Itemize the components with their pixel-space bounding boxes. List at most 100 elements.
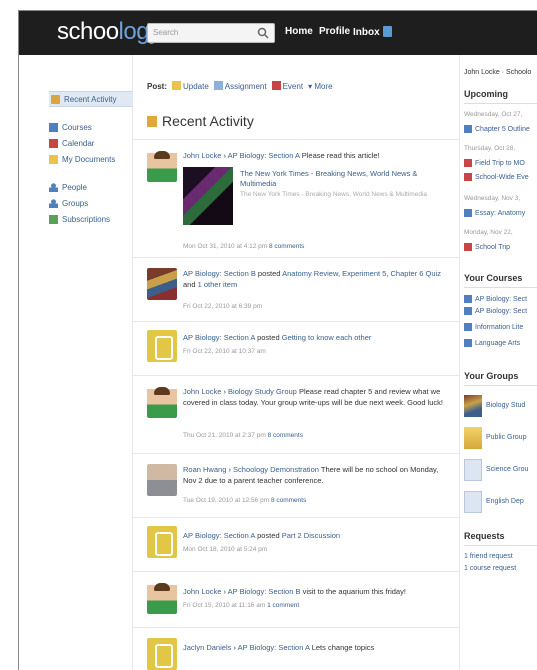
link-embed[interactable]: The New York Times - Breaking News, Worl… [183,167,451,225]
group-link[interactable]: Science Grou [486,466,528,473]
group-link[interactable]: English Dep [486,498,524,505]
upcoming-item[interactable]: School Trip [464,243,510,251]
target-link[interactable]: Schoology Demonstration [233,465,319,474]
target-link[interactable]: Biology Study Group [228,387,297,396]
course-link[interactable]: Language Arts [464,339,520,347]
course-label: AP Biology: Sect [475,307,528,315]
search-icon[interactable] [256,26,270,40]
sidebar-item-courses[interactable]: Courses [49,119,131,135]
discussion-link[interactable]: Getting to know each other [282,333,372,342]
schoology-logo[interactable]: schoology [57,18,161,46]
upcoming-item[interactable]: School-Wide Eve [464,173,529,181]
post-body: Please read this article! [301,151,380,160]
post-toolbar: Post: Update Assignment Event ▾ More [147,81,333,91]
embed-description: The New York Times - Breaking News, Worl… [240,191,427,198]
target-link[interactable]: AP Biology: Section A [238,643,310,652]
course-link[interactable]: Information Lite [464,323,523,331]
upcoming-item-label: School Trip [475,243,511,251]
sidebar-item-people[interactable]: People [49,179,131,195]
feed-item: AP Biology: Section A posted Part 2 Disc… [133,517,460,571]
post-body: Please read chapter 5 and review what we… [183,387,444,407]
attachment-link[interactable]: Chapter 6 Quiz [391,269,441,278]
course-link[interactable]: AP Biology: Sect [464,307,527,315]
sidebar-item-label: Courses [62,122,92,132]
avatar[interactable] [147,386,177,418]
author-link[interactable]: Jaclyn Daniels [183,643,231,652]
author-link[interactable]: Roan Hwang [183,465,226,474]
top-bar: schoology Search Home Profile Inbox [19,11,537,55]
event-date: Monday, Nov 22, [464,229,513,236]
nav-profile-link[interactable]: Profile [319,26,350,37]
discussion-link[interactable]: Part 2 Discussion [282,531,340,540]
sidebar-item-label: Calendar [62,138,95,148]
upcoming-heading: Upcoming [464,89,508,99]
nav-inbox-link[interactable]: Inbox [353,26,392,38]
post-assignment-button[interactable]: Assignment [213,81,267,91]
embed-title[interactable]: The New York Times - Breaking News, Worl… [240,169,420,189]
author-link[interactable]: John Locke [183,151,221,160]
author-link[interactable]: John Locke [183,387,221,396]
comments-link[interactable]: 1 comment [267,602,299,609]
post-more-button[interactable]: ▾ More [308,82,332,91]
embed-thumbnail [183,167,233,225]
post-event-button[interactable]: Event [271,81,303,91]
post-update-button[interactable]: Update [172,81,209,91]
your-groups-heading: Your Groups [464,371,519,381]
target-link[interactable]: AP Biology: Section A [228,151,300,160]
course-label: AP Biology: Sect [475,295,528,303]
course-label: Language Arts [475,339,521,347]
sidebar-item-recent-activity[interactable]: Recent Activity [49,91,132,107]
upcoming-item[interactable]: Essay: Anatomy [464,209,525,217]
heading-text: Recent Activity [162,113,254,129]
attachment-link[interactable]: Anatomy Review [282,269,338,278]
author-link[interactable]: AP Biology: Section B [183,269,256,278]
group-thumbnail[interactable] [464,491,482,513]
group-thumbnail[interactable] [464,395,482,417]
author-link[interactable]: AP Biology: Section A [183,333,255,342]
current-user-link[interactable]: John Locke · Schoolo [464,69,531,76]
course-icon [464,307,472,315]
feed-item-text: AP Biology: Section A posted Part 2 Disc… [183,530,451,541]
comments-link[interactable]: 8 comments [269,243,304,250]
course-link[interactable]: AP Biology: Sect [464,295,527,303]
group-thumbnail[interactable] [464,459,482,481]
upcoming-item[interactable]: Chapter 5 Outline [464,125,530,133]
comments-link[interactable]: 8 comments [271,497,306,504]
author-link[interactable]: AP Biology: Section A [183,531,255,540]
group-link[interactable]: Biology Stud [486,402,525,409]
event-icon [464,243,472,251]
sidebar-item-groups[interactable]: Groups [49,195,131,211]
avatar[interactable] [147,268,177,300]
avatar[interactable] [147,638,177,670]
nav-home-link[interactable]: Home [285,26,313,37]
avatar[interactable] [147,150,177,182]
avatar[interactable] [147,330,177,362]
avatar[interactable] [147,464,177,496]
feed-item-meta: Thu Oct 21, 2010 at 2:37 pm 8 comments [183,430,451,441]
search-input[interactable]: Search [147,23,275,43]
divider [464,545,537,546]
upcoming-item[interactable]: Field Trip to MO [464,159,525,167]
event-icon [464,173,472,181]
target-link[interactable]: AP Biology: Section B [228,587,301,596]
group-link[interactable]: Public Group [486,434,526,441]
recent-activity-icon [147,115,157,127]
timestamp: Fri Oct 15, 2010 at 11:16 am [183,602,266,609]
comments-link[interactable]: 8 comments [268,432,303,439]
sidebar-item-subscriptions[interactable]: Subscriptions [49,211,131,227]
sidebar-item-calendar[interactable]: Calendar [49,135,131,151]
event-date: Wednesday, Nov 3, [464,195,521,202]
recent-activity-icon [51,94,60,104]
people-icon [49,182,58,192]
course-request-link[interactable]: 1 course request [464,565,516,572]
friend-request-link[interactable]: 1 friend request [464,553,513,560]
avatar[interactable] [147,526,177,558]
group-thumbnail[interactable] [464,427,482,449]
attachment-link[interactable]: Experiment 5 [342,269,386,278]
calendar-icon [49,138,58,148]
sidebar-item-label: Groups [62,198,89,208]
author-link[interactable]: John Locke [183,587,221,596]
other-items-link[interactable]: 1 other item [198,280,238,289]
avatar[interactable] [147,582,177,614]
sidebar-item-my-documents[interactable]: My Documents [49,151,131,167]
